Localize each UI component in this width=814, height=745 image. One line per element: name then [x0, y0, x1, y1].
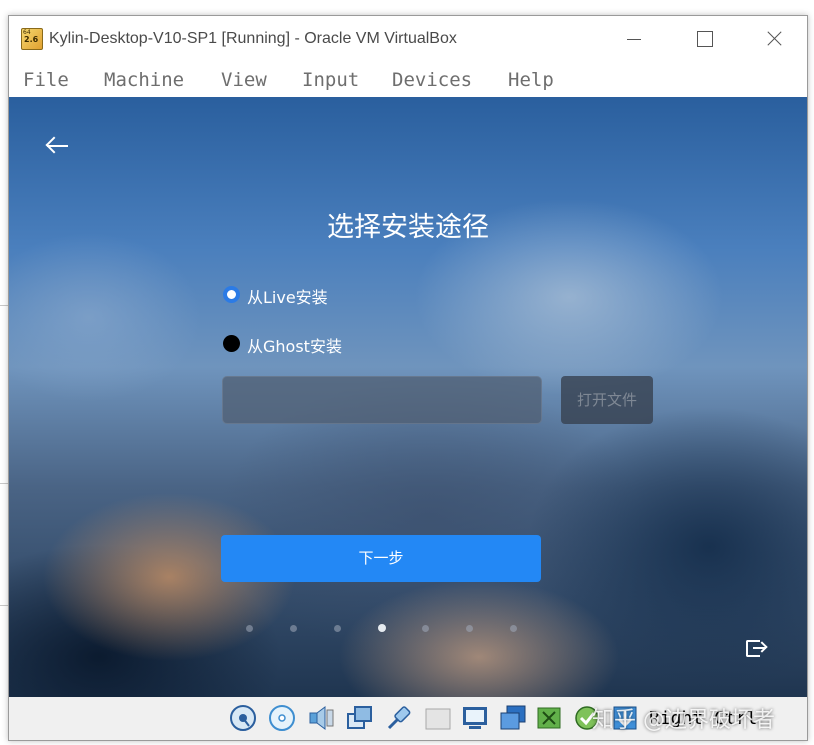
- screen-capture-icon[interactable]: [499, 704, 527, 732]
- step-dot: [510, 625, 517, 632]
- hard-disk-icon[interactable]: [229, 704, 257, 732]
- option-label[interactable]: 从Live安装: [247, 284, 328, 308]
- close-button[interactable]: [759, 26, 789, 52]
- menu-machine[interactable]: Machine: [104, 69, 184, 91]
- menu-help[interactable]: Help: [508, 69, 554, 91]
- vm-display[interactable]: 选择安装途径 从Live安装 从Ghost安装 打开文件 下一步: [9, 97, 807, 697]
- step-dot: [290, 625, 297, 632]
- display-icon[interactable]: [461, 704, 489, 732]
- video-capture-icon[interactable]: [535, 704, 563, 732]
- network-icon[interactable]: [346, 704, 374, 732]
- virtualbox-window: 64 2.6 Kylin-Desktop-V10-SP1 [Running] -…: [8, 15, 808, 741]
- menu-view[interactable]: View: [221, 69, 267, 91]
- watermark: 知乎 @边界破坏者: [592, 708, 775, 733]
- step-dot: [334, 625, 341, 632]
- step-dot: [422, 625, 429, 632]
- exit-icon[interactable]: [745, 637, 769, 661]
- window-title: Kylin-Desktop-V10-SP1 [Running] - Oracle…: [49, 30, 457, 47]
- title-bar: 64 2.6 Kylin-Desktop-V10-SP1 [Running] -…: [9, 16, 807, 62]
- page-title: 选择安装途径: [327, 212, 489, 243]
- step-dot: [466, 625, 473, 632]
- audio-icon[interactable]: [307, 704, 335, 732]
- status-bar: Right Ctrl 知乎 @边界破坏者: [9, 697, 807, 740]
- step-dot-active: [378, 624, 386, 632]
- option-label[interactable]: 从Ghost安装: [247, 333, 342, 357]
- radio-unselected-icon[interactable]: [223, 335, 240, 352]
- optical-drive-icon[interactable]: [268, 704, 296, 732]
- radio-selected-icon[interactable]: [223, 286, 240, 303]
- ghost-file-path-input[interactable]: [222, 376, 542, 424]
- app-icon-badge: 2.6: [24, 35, 39, 44]
- back-arrow-icon[interactable]: [45, 134, 71, 158]
- menu-devices[interactable]: Devices: [392, 69, 472, 91]
- next-step-button[interactable]: 下一步: [221, 535, 541, 582]
- step-dot: [246, 625, 253, 632]
- menu-file[interactable]: File: [23, 69, 69, 91]
- menu-input[interactable]: Input: [302, 69, 359, 91]
- usb-icon[interactable]: [385, 704, 413, 732]
- maximize-button[interactable]: [689, 26, 719, 52]
- shared-folder-icon[interactable]: [424, 704, 452, 732]
- virtualbox-app-icon: 64 2.6: [21, 28, 43, 50]
- minimize-button[interactable]: [619, 26, 649, 52]
- menu-bar: File Machine View Input Devices Help: [9, 62, 807, 97]
- open-file-button[interactable]: 打开文件: [561, 376, 653, 424]
